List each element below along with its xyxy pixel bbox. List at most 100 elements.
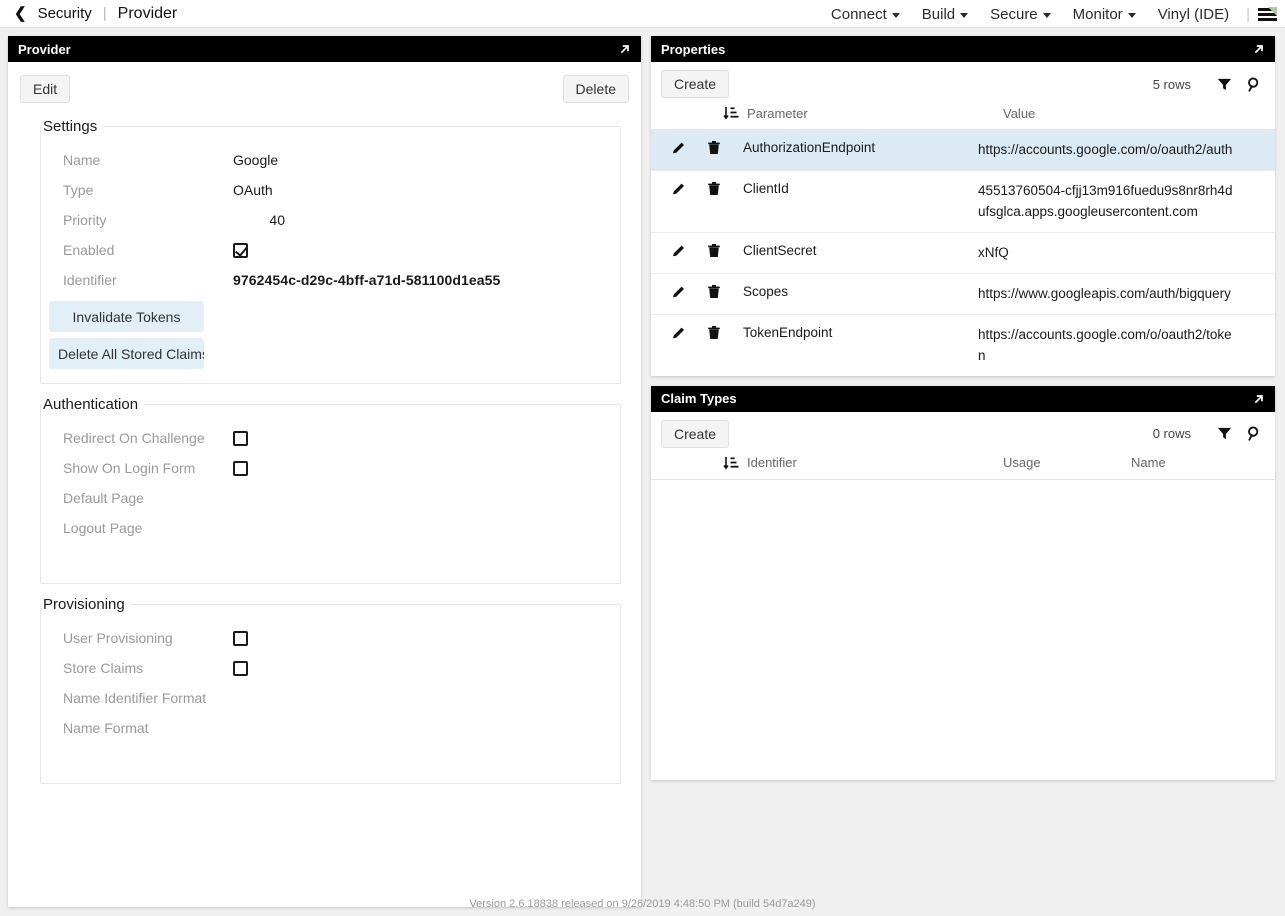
sort-ascending-icon[interactable] <box>723 105 739 121</box>
claim-types-card-title: Claim Types <box>661 391 737 406</box>
nav-menu-monitor[interactable]: Monitor <box>1062 6 1147 23</box>
claim-types-card: Claim Types Create 0 rows <box>651 386 1275 780</box>
settings-legend: Settings <box>41 118 103 135</box>
search-icon[interactable] <box>1246 76 1263 93</box>
table-row[interactable]: ClientId 45513760504-cfjj13m916fuedu9s8n… <box>651 171 1275 233</box>
properties-grid-body: AuthorizationEndpoint https://accounts.g… <box>651 130 1275 376</box>
search-icon[interactable] <box>1246 425 1263 442</box>
table-cell-parameter: TokenEndpoint <box>722 325 978 340</box>
edit-pencil-icon[interactable] <box>671 181 687 197</box>
settings-group: Settings Name Google Type OAuth Priority… <box>40 118 621 384</box>
field-row-priority: Priority 40 <box>41 205 620 235</box>
page-title: Provider <box>118 5 178 23</box>
field-row-show-on-login-form: Show On Login Form <box>41 453 620 483</box>
hamburger-menu-icon[interactable] <box>1256 8 1277 21</box>
claim-types-grid-body-empty <box>651 480 1275 780</box>
table-cell-value: https://www.googleapis.com/auth/bigquery <box>978 284 1236 304</box>
back-chevron-icon[interactable]: ❮ <box>14 6 27 21</box>
properties-card: Properties Create 5 rows <box>651 36 1275 376</box>
provider-card-header: Provider <box>8 36 641 62</box>
user-provisioning-checkbox[interactable] <box>233 631 248 646</box>
chevron-down-icon <box>1128 13 1136 18</box>
sort-ascending-icon[interactable] <box>723 455 739 471</box>
filter-funnel-icon[interactable] <box>1216 425 1233 442</box>
breadcrumb: ❮ Security | Provider <box>14 5 177 23</box>
field-value-type: OAuth <box>233 182 273 198</box>
chevron-down-icon <box>892 13 900 18</box>
hamburger-bar <box>1258 18 1277 21</box>
field-label-priority: Priority <box>63 212 233 228</box>
breadcrumb-link-security[interactable]: Security <box>38 5 92 22</box>
edit-pencil-icon[interactable] <box>671 140 687 156</box>
nav-menu-monitor-label: Monitor <box>1073 6 1123 23</box>
nav-menu-connect[interactable]: Connect <box>820 6 911 23</box>
properties-card-header: Properties <box>651 36 1275 62</box>
invalidate-tokens-button[interactable]: Invalidate Tokens <box>49 301 204 332</box>
nav-item-vinyl-ide[interactable]: Vinyl (IDE) <box>1147 6 1240 23</box>
delete-button[interactable]: Delete <box>563 75 629 103</box>
edit-pencil-icon[interactable] <box>671 325 687 341</box>
edit-pencil-icon[interactable] <box>671 284 687 300</box>
field-row-identifier: Identifier 9762454c-d29c-4bff-a71d-58110… <box>41 265 620 295</box>
properties-create-button[interactable]: Create <box>661 70 729 98</box>
delete-trash-icon[interactable] <box>706 325 722 341</box>
claim-types-column-identifier[interactable]: Identifier <box>747 455 1003 470</box>
expand-arrow-icon[interactable] <box>1252 42 1266 56</box>
properties-row-count: 5 rows <box>1153 77 1191 92</box>
claim-types-column-usage[interactable]: Usage <box>1003 455 1131 470</box>
delete-trash-icon[interactable] <box>706 284 722 300</box>
page-content: Provider Edit Delete Settings Name <box>0 28 1285 916</box>
provider-action-row: Edit Delete <box>20 72 629 106</box>
table-row[interactable]: ClientSecret xNfQ <box>651 233 1275 274</box>
table-cell-value: https://accounts.google.com/o/oauth2/tok… <box>978 325 1236 366</box>
field-value-name: Google <box>233 152 278 168</box>
edit-pencil-icon[interactable] <box>671 243 687 259</box>
chevron-down-icon <box>960 13 968 18</box>
field-label-enabled: Enabled <box>63 242 233 258</box>
field-label-store-claims: Store Claims <box>63 660 233 676</box>
authentication-legend: Authentication <box>41 396 144 413</box>
field-label-redirect-on-challenge: Redirect On Challenge <box>63 430 233 446</box>
table-row[interactable]: TokenEndpoint https://accounts.google.co… <box>651 315 1275 376</box>
chevron-down-icon <box>1043 13 1051 18</box>
edit-button[interactable]: Edit <box>20 75 70 103</box>
nav-item-vinyl-ide-label: Vinyl (IDE) <box>1158 6 1229 23</box>
claim-types-column-name[interactable]: Name <box>1131 455 1166 470</box>
delete-trash-icon[interactable] <box>706 181 722 197</box>
provider-card-title: Provider <box>18 42 71 57</box>
provider-card-body: Edit Delete Settings Name Google Type OA… <box>8 62 641 907</box>
claim-types-create-button[interactable]: Create <box>661 420 729 448</box>
table-row[interactable]: AuthorizationEndpoint https://accounts.g… <box>651 130 1275 171</box>
provider-card: Provider Edit Delete Settings Name <box>8 36 641 907</box>
expand-arrow-icon[interactable] <box>618 42 632 56</box>
provisioning-group: Provisioning User Provisioning Store Cla… <box>40 596 621 784</box>
show-on-login-form-checkbox[interactable] <box>233 461 248 476</box>
expand-arrow-icon[interactable] <box>1252 392 1266 406</box>
store-claims-checkbox[interactable] <box>233 661 248 676</box>
field-row-name-identifier-format: Name Identifier Format <box>41 683 620 713</box>
properties-column-value[interactable]: Value <box>1003 106 1035 121</box>
nav-menu-build-label: Build <box>922 6 955 23</box>
field-row-user-provisioning: User Provisioning <box>41 623 620 653</box>
nav-menu-build[interactable]: Build <box>911 6 979 23</box>
claim-types-toolbar: Create 0 rows <box>651 412 1275 452</box>
delete-trash-icon[interactable] <box>706 243 722 259</box>
field-label-show-on-login-form: Show On Login Form <box>63 460 233 476</box>
delete-trash-icon[interactable] <box>706 140 722 156</box>
right-column: Properties Create 5 rows <box>651 36 1275 780</box>
left-column: Provider Edit Delete Settings Name <box>8 36 641 907</box>
properties-column-parameter[interactable]: Parameter <box>747 106 1003 121</box>
field-value-identifier: 9762454c-d29c-4bff-a71d-581100d1ea55 <box>233 272 500 288</box>
field-label-name-identifier-format: Name Identifier Format <box>63 690 233 706</box>
delete-all-stored-claims-button[interactable]: Delete All Stored Claims <box>49 338 204 369</box>
field-row-name: Name Google <box>41 145 620 175</box>
field-label-identifier: Identifier <box>63 272 233 288</box>
claim-types-grid-header: Identifier Usage Name <box>651 452 1275 480</box>
redirect-on-challenge-checkbox[interactable] <box>233 431 248 446</box>
nav-menu-secure[interactable]: Secure <box>979 6 1062 23</box>
table-row[interactable]: Scopes https://www.googleapis.com/auth/b… <box>651 274 1275 315</box>
enabled-checkbox[interactable] <box>233 243 248 258</box>
filter-funnel-icon[interactable] <box>1216 76 1233 93</box>
properties-card-title: Properties <box>661 42 725 57</box>
claim-types-row-count: 0 rows <box>1153 426 1191 441</box>
